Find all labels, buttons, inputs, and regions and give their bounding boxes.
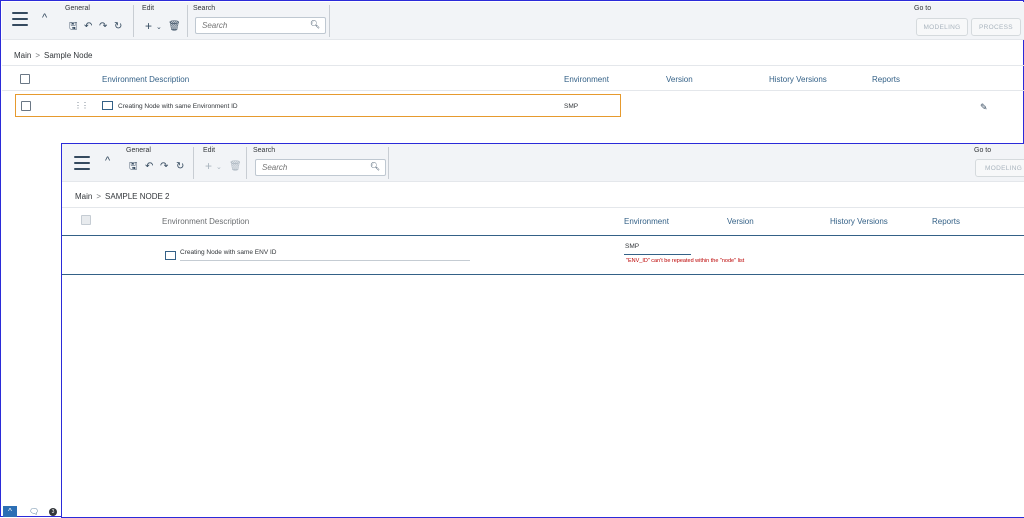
search-label: Search — [253, 147, 276, 154]
separator — [388, 147, 389, 179]
chevron-up-icon[interactable]: ^ — [3, 506, 17, 517]
search-label: Search — [193, 5, 216, 12]
general-label: General — [65, 5, 90, 12]
chevron-up-icon[interactable]: ^ — [105, 155, 110, 167]
search-group: Search 🔍︎ — [250, 144, 390, 182]
divider — [2, 65, 1024, 66]
column-header-version[interactable]: Version — [666, 75, 693, 84]
search-input[interactable]: 🔍︎ — [255, 159, 386, 176]
edit-label: Edit — [142, 5, 155, 12]
chat-icon[interactable]: 🗨︎ — [29, 507, 39, 516]
description-input[interactable]: Creating Node with same ENV ID — [180, 249, 276, 256]
breadcrumb: Main > Sample Node — [14, 51, 93, 60]
search-icon[interactable]: 🔍︎ — [370, 162, 380, 171]
top-toolbar: ^ General 🖫 ↶ ↷ ↻ Edit + ⌄ 🗑 Search 🔍︎ G… — [2, 2, 1024, 40]
separator — [329, 5, 330, 37]
notification-badge[interactable]: 3 — [49, 508, 57, 516]
table-row[interactable]: Creating Node with same ENV ID SMP "ENV_… — [62, 235, 1024, 275]
search-field[interactable] — [202, 21, 306, 30]
inner-window: ^ General 🖫 ↶ ↷ ↻ Edit + ⌄ 🗑 Search 🔍 — [61, 143, 1024, 518]
edit-group: Edit + ⌄ 🗑 — [197, 144, 245, 182]
breadcrumb-current: Sample Node — [44, 51, 93, 60]
column-header-reports[interactable]: Reports — [932, 217, 960, 226]
separator — [187, 5, 188, 37]
goto-label: Go to — [914, 5, 932, 12]
dropdown-icon[interactable]: ⌄ — [216, 163, 222, 173]
redo-icon[interactable]: ↷ — [99, 22, 107, 32]
row-environment[interactable]: SMP — [564, 103, 578, 110]
process-button[interactable]: PROCESS — [971, 18, 1021, 36]
redo-icon[interactable]: ↷ — [160, 162, 168, 172]
delete-icon[interactable]: 🗑 — [229, 162, 242, 172]
modeling-button[interactable]: MODELING — [916, 18, 968, 36]
chevron-up-icon[interactable]: ^ — [42, 12, 47, 24]
edit-pencil-icon[interactable]: ✎ — [980, 102, 988, 113]
divider — [62, 207, 1024, 208]
column-header-version[interactable]: Version — [727, 217, 754, 226]
breadcrumb-root[interactable]: Main — [14, 51, 31, 60]
add-icon[interactable]: + — [205, 160, 212, 172]
search-group: Search 🔍︎ — [191, 2, 331, 40]
menu-icon[interactable] — [74, 156, 90, 170]
search-icon[interactable]: 🔍︎ — [310, 20, 320, 29]
environment-input[interactable]: SMP — [625, 243, 639, 250]
add-icon[interactable]: + — [145, 20, 152, 32]
column-header-history[interactable]: History Versions — [769, 75, 827, 84]
refresh-icon[interactable]: ↻ — [114, 22, 122, 32]
description-underline — [180, 260, 470, 261]
validation-error: "ENV_ID" can't be repeated within the "n… — [626, 258, 745, 264]
general-group: General 🖫 ↶ ↷ ↻ — [120, 144, 192, 182]
dropdown-icon[interactable]: ⌄ — [156, 23, 162, 33]
refresh-icon[interactable]: ↻ — [176, 162, 184, 172]
save-icon[interactable]: 🖫 — [69, 22, 78, 32]
separator — [246, 147, 247, 179]
inner-toolbar: ^ General 🖫 ↶ ↷ ↻ Edit + ⌄ 🗑 Search 🔍 — [62, 144, 1024, 182]
select-all-checkbox[interactable] — [81, 215, 91, 225]
general-group: General 🖫 ↶ ↷ ↻ — [60, 2, 132, 40]
search-field[interactable] — [262, 163, 366, 172]
breadcrumb-separator: > — [96, 192, 102, 201]
modeling-button[interactable]: MODELING — [975, 159, 1024, 177]
select-all-checkbox[interactable] — [20, 74, 30, 84]
breadcrumb-separator: > — [35, 51, 41, 60]
column-header-environment[interactable]: Environment — [564, 75, 609, 84]
row-checkbox[interactable] — [21, 101, 31, 111]
column-header-description[interactable]: Environment Description — [102, 75, 189, 84]
divider — [2, 90, 1024, 91]
separator — [133, 5, 134, 37]
separator — [193, 147, 194, 179]
search-input[interactable]: 🔍︎ — [195, 17, 326, 34]
breadcrumb-root[interactable]: Main — [75, 192, 92, 201]
save-icon[interactable]: 🖫 — [129, 162, 138, 172]
delete-icon[interactable]: 🗑 — [168, 22, 181, 32]
column-header-environment[interactable]: Environment — [624, 217, 669, 226]
edit-label: Edit — [203, 147, 216, 154]
outer-window: ^ General 🖫 ↶ ↷ ↻ Edit + ⌄ 🗑 Search 🔍︎ G… — [0, 0, 1024, 518]
menu-icon[interactable] — [12, 12, 28, 26]
column-header-reports[interactable]: Reports — [872, 75, 900, 84]
goto-label: Go to — [974, 147, 992, 154]
node-icon — [165, 251, 176, 260]
row-description[interactable]: Creating Node with same Environment ID — [118, 103, 238, 110]
table-row[interactable]: ⋮⋮ Creating Node with same Environment I… — [15, 94, 621, 117]
edit-group: Edit + ⌄ 🗑 — [137, 2, 185, 40]
drag-handle-icon[interactable]: ⋮⋮ — [74, 101, 89, 110]
undo-icon[interactable]: ↶ — [84, 22, 92, 32]
column-header-history[interactable]: History Versions — [830, 217, 888, 226]
undo-icon[interactable]: ↶ — [145, 162, 153, 172]
general-label: General — [126, 147, 151, 154]
environment-underline — [624, 254, 691, 255]
column-header-description[interactable]: Environment Description — [162, 217, 249, 226]
node-icon — [102, 101, 113, 110]
breadcrumb-current: SAMPLE NODE 2 — [105, 192, 170, 201]
breadcrumb: Main > SAMPLE NODE 2 — [75, 192, 169, 201]
